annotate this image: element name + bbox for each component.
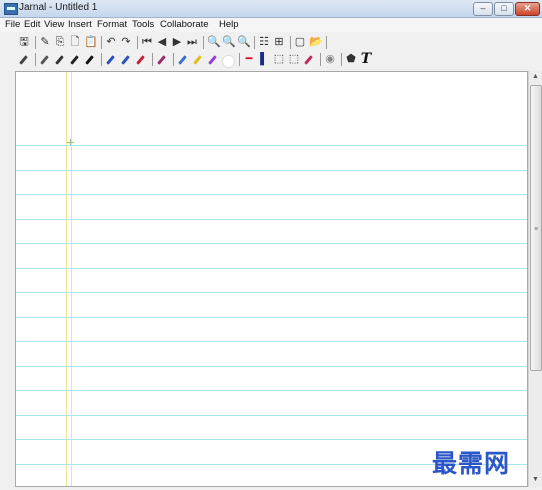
grid-icon[interactable]: ⊞: [273, 36, 285, 48]
close-button[interactable]: ✕: [515, 2, 540, 16]
select-icon[interactable]: ⬚: [273, 53, 285, 65]
scroll-thumb[interactable]: ≡: [530, 85, 542, 371]
menu-format[interactable]: Format: [97, 19, 127, 30]
pen-special-icon[interactable]: [156, 55, 167, 66]
redo-icon[interactable]: ↷: [120, 36, 132, 48]
ruled-line: [16, 439, 527, 440]
toolbar-separator: [152, 53, 153, 66]
zoom-in-icon[interactable]: 🔍: [207, 36, 221, 48]
ruled-line: [16, 268, 527, 269]
toolbar-separator: [101, 53, 102, 66]
toolbar-separator: [341, 53, 342, 66]
ruled-line: [16, 243, 527, 244]
ruled-line: [16, 317, 527, 318]
undo-icon[interactable]: ↶: [105, 36, 117, 48]
zoom-out-icon[interactable]: 🔍: [222, 36, 236, 48]
first-page-icon[interactable]: ⏮: [141, 36, 153, 48]
ruled-line: [16, 219, 527, 220]
maximize-button[interactable]: □: [494, 2, 514, 16]
menu-collaborate[interactable]: Collaborate: [160, 19, 209, 30]
toolbar-separator: [254, 36, 255, 49]
layout-icon[interactable]: ☷: [258, 36, 270, 48]
menu-insert[interactable]: Insert: [68, 19, 92, 30]
watermark-text: 最需网: [432, 449, 511, 478]
ruled-line: [16, 390, 527, 391]
menu-file[interactable]: File: [5, 19, 20, 30]
page-icon[interactable]: 🗋: [69, 36, 81, 48]
zoom-fit-icon[interactable]: 🔍: [237, 36, 251, 48]
toolbar-separator: [35, 53, 36, 66]
select-rect-icon[interactable]: ⬚: [288, 53, 300, 65]
white-icon[interactable]: [222, 55, 235, 68]
toolbar-separator: [290, 36, 291, 49]
ruled-line: [16, 194, 527, 195]
pen-icon[interactable]: [18, 55, 29, 66]
toolbar-separator: [239, 53, 240, 66]
title-bar: Jarnal - Untitled 1 – □ ✕: [0, 0, 542, 18]
toolbar-separator: [101, 36, 102, 49]
pencil-fine-icon[interactable]: [39, 55, 50, 66]
ruled-line: [16, 170, 527, 171]
toolbar-separator: [173, 53, 174, 66]
toolbar-separator: [35, 36, 36, 49]
highlighter-yellow-icon[interactable]: [192, 55, 203, 66]
copy-icon[interactable]: ⎘: [54, 36, 66, 48]
eraser-icon[interactable]: ✎: [39, 36, 51, 48]
prev-page-icon[interactable]: ◀: [156, 36, 168, 48]
next-page-icon[interactable]: ▶: [171, 36, 183, 48]
ruled-line: [16, 292, 527, 293]
line-red-icon[interactable]: ━: [243, 53, 255, 65]
pen-red-icon[interactable]: [135, 55, 146, 66]
window-title: Jarnal - Untitled 1: [19, 2, 98, 13]
ruled-line: [16, 341, 527, 342]
ruled-line: [16, 366, 527, 367]
ruled-line: [16, 415, 527, 416]
note-page[interactable]: [15, 71, 528, 487]
open-icon[interactable]: 📂: [309, 36, 323, 48]
line-navy-icon[interactable]: ▌: [258, 53, 270, 65]
shape-icon[interactable]: ⬟: [345, 53, 357, 65]
jarnal-app-icon: [4, 3, 18, 15]
menu-view[interactable]: View: [44, 19, 64, 30]
color-icon[interactable]: ◉: [324, 53, 336, 65]
pencil-medium-icon[interactable]: [54, 55, 65, 66]
pen-blue-icon[interactable]: [105, 55, 116, 66]
pen-tool-icon[interactable]: [303, 55, 314, 66]
new-page-icon[interactable]: ▢: [294, 36, 306, 48]
toolbar-separator: [326, 36, 327, 49]
margin-line: [71, 72, 72, 486]
menu-bar: File Edit View Insert Format Tools Colla…: [0, 18, 542, 32]
highlighter-purple-icon[interactable]: [207, 55, 218, 66]
toolbar-separator: [203, 36, 204, 49]
scroll-grip-icon: ≡: [534, 226, 539, 233]
ruled-line: [16, 145, 527, 146]
scroll-down-arrow[interactable]: ▼: [529, 474, 542, 486]
menu-help[interactable]: Help: [219, 19, 239, 30]
toolbar-separator: [320, 53, 321, 66]
paste-icon[interactable]: 📋: [84, 36, 98, 48]
save-icon[interactable]: 🖫: [18, 36, 30, 48]
scroll-up-arrow[interactable]: ▲: [529, 71, 542, 83]
toolbar-separator: [137, 36, 138, 49]
vertical-scrollbar[interactable]: ▲ ≡ ▼: [528, 71, 542, 487]
menu-tools[interactable]: Tools: [132, 19, 154, 30]
menu-edit[interactable]: Edit: [24, 19, 40, 30]
margin-line: [66, 72, 67, 486]
highlighter-blue-icon[interactable]: [177, 55, 188, 66]
minimize-button[interactable]: –: [473, 2, 493, 16]
last-page-icon[interactable]: ⏭: [186, 36, 198, 48]
pencil-heavy-icon[interactable]: [69, 55, 80, 66]
pen-blue2-icon[interactable]: [120, 55, 131, 66]
marker-icon[interactable]: [84, 55, 95, 66]
text-icon[interactable]: T: [360, 52, 372, 66]
